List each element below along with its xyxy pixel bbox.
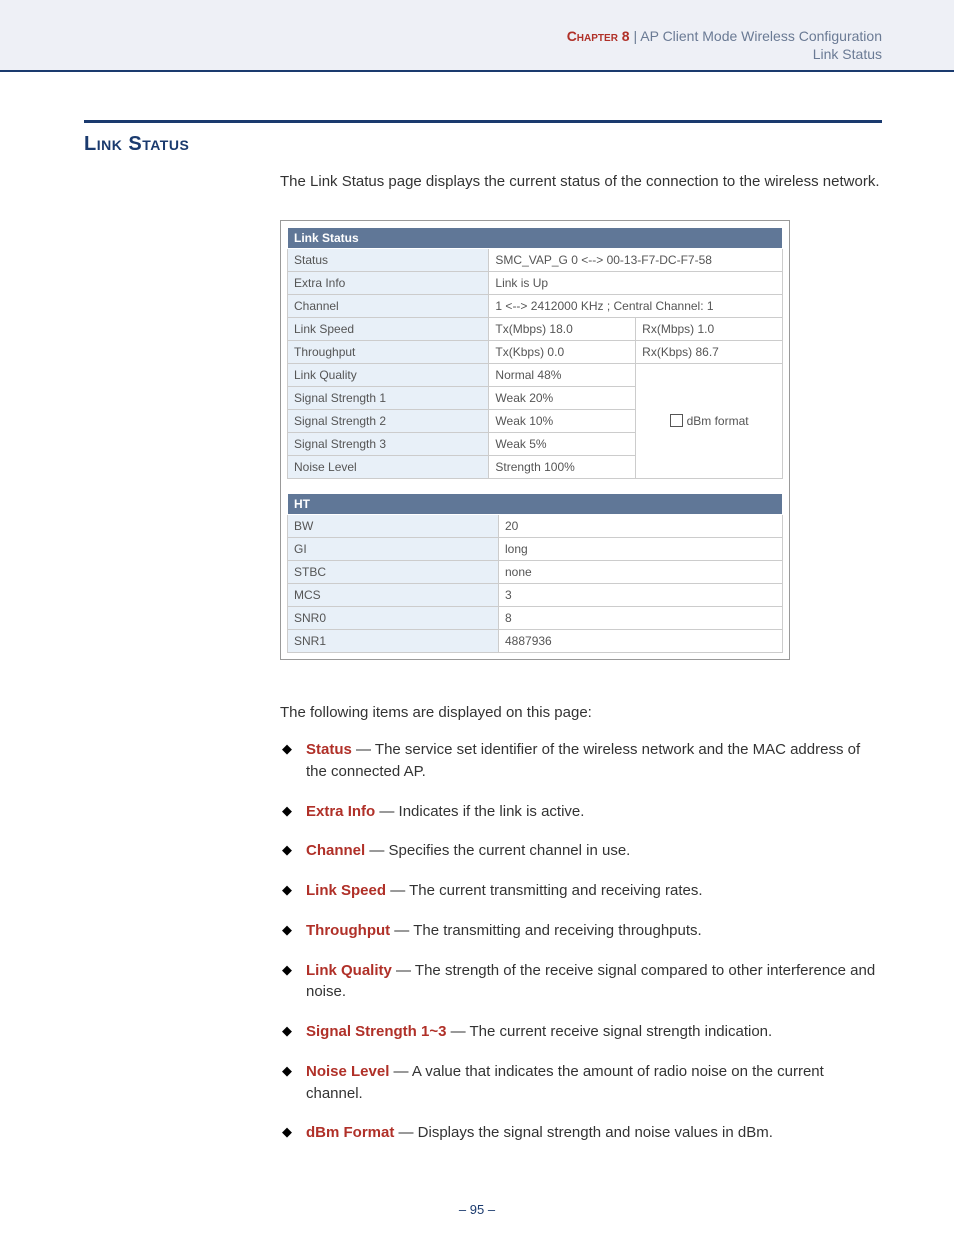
noise-label: Noise Level — [288, 456, 489, 479]
list-item: Noise Level — A value that indicates the… — [280, 1061, 882, 1105]
section-title: Link Status — [84, 133, 882, 156]
list-item: Extra Info — Indicates if the link is ac… — [280, 801, 882, 823]
chapter-sep: | — [630, 28, 641, 44]
section-rule — [84, 120, 882, 123]
item-desc: — Specifies the current channel in use. — [365, 842, 630, 859]
link-quality-value: Normal 48% — [489, 364, 636, 387]
table-row: Link Speed Tx(Mbps) 18.0 Rx(Mbps) 1.0 — [288, 318, 783, 341]
mcs-label: MCS — [288, 584, 499, 607]
table-row: Status SMC_VAP_G 0 <--> 00-13-F7-DC-F7-5… — [288, 249, 783, 272]
ss3-value: Weak 5% — [489, 433, 636, 456]
list-item: Channel — Specifies the current channel … — [280, 840, 882, 862]
ht-table: HT BW20 GIlong STBCnone MCS3 SNR08 SNR14… — [287, 493, 783, 653]
gi-label: GI — [288, 538, 499, 561]
item-desc: — The current transmitting and receiving… — [386, 882, 703, 899]
linkspeed-label: Link Speed — [288, 318, 489, 341]
stbc-label: STBC — [288, 561, 499, 584]
chapter-label: Chapter 8 — [567, 28, 630, 44]
link-status-table: Link Status Status SMC_VAP_G 0 <--> 00-1… — [287, 227, 783, 479]
list-item: dBm Format — Displays the signal strengt… — [280, 1122, 882, 1144]
table-row: Throughput Tx(Kbps) 0.0 Rx(Kbps) 86.7 — [288, 341, 783, 364]
snr0-value: 8 — [499, 607, 783, 630]
bw-value: 20 — [499, 515, 783, 538]
mcs-value: 3 — [499, 584, 783, 607]
list-item: Throughput — The transmitting and receiv… — [280, 920, 882, 942]
chapter-subtitle: Link Status — [0, 46, 882, 62]
list-item: Link Speed — The current transmitting an… — [280, 880, 882, 902]
item-desc: — Indicates if the link is active. — [375, 803, 584, 820]
channel-label: Channel — [288, 295, 489, 318]
dbm-format-cell[interactable]: dBm format — [636, 364, 783, 479]
gi-value: long — [499, 538, 783, 561]
item-term: Signal Strength 1~3 — [306, 1023, 446, 1040]
item-desc: — The current receive signal strength in… — [446, 1023, 772, 1040]
ss1-value: Weak 20% — [489, 387, 636, 410]
table-row: Link Quality Normal 48% dBm format — [288, 364, 783, 387]
snr1-label: SNR1 — [288, 630, 499, 653]
list-item: Signal Strength 1~3 — The current receiv… — [280, 1021, 882, 1043]
stbc-value: none — [499, 561, 783, 584]
intro-text: The Link Status page displays the curren… — [280, 171, 882, 192]
item-term: Channel — [306, 842, 365, 859]
ss3-label: Signal Strength 3 — [288, 433, 489, 456]
table-row: GIlong — [288, 538, 783, 561]
table-row: SNR14887936 — [288, 630, 783, 653]
item-desc: — The service set identifier of the wire… — [306, 741, 860, 780]
page-footer: – 95 – — [0, 1182, 954, 1247]
item-list: Status — The service set identifier of t… — [280, 739, 882, 1144]
table-row: Channel 1 <--> 2412000 KHz ; Central Cha… — [288, 295, 783, 318]
item-desc: — The strength of the receive signal com… — [306, 962, 875, 1001]
linkspeed-rx: Rx(Mbps) 1.0 — [636, 318, 783, 341]
ht-header: HT — [288, 494, 783, 515]
extra-info-label: Extra Info — [288, 272, 489, 295]
item-term: Link Speed — [306, 882, 386, 899]
bw-label: BW — [288, 515, 499, 538]
linkspeed-tx: Tx(Mbps) 18.0 — [489, 318, 636, 341]
ss2-label: Signal Strength 2 — [288, 410, 489, 433]
list-item: Link Quality — The strength of the recei… — [280, 960, 882, 1004]
item-term: Throughput — [306, 922, 390, 939]
dbm-label: dBm format — [687, 414, 749, 428]
table-row: MCS3 — [288, 584, 783, 607]
ss1-label: Signal Strength 1 — [288, 387, 489, 410]
status-label: Status — [288, 249, 489, 272]
item-term: Extra Info — [306, 803, 375, 820]
extra-info-value: Link is Up — [489, 272, 783, 295]
status-value: SMC_VAP_G 0 <--> 00-13-F7-DC-F7-58 — [489, 249, 783, 272]
table-row: SNR08 — [288, 607, 783, 630]
list-item: Status — The service set identifier of t… — [280, 739, 882, 783]
throughput-tx: Tx(Kbps) 0.0 — [489, 341, 636, 364]
throughput-label: Throughput — [288, 341, 489, 364]
noise-value: Strength 100% — [489, 456, 636, 479]
page-header: Chapter 8 | AP Client Mode Wireless Conf… — [0, 0, 954, 72]
item-desc: — The transmitting and receiving through… — [390, 922, 702, 939]
item-term: Noise Level — [306, 1063, 389, 1080]
snr0-label: SNR0 — [288, 607, 499, 630]
followup-text: The following items are displayed on thi… — [280, 704, 882, 721]
throughput-rx: Rx(Kbps) 86.7 — [636, 341, 783, 364]
item-term: Link Quality — [306, 962, 392, 979]
table-row: STBCnone — [288, 561, 783, 584]
table-row: Extra Info Link is Up — [288, 272, 783, 295]
item-desc: — Displays the signal strength and noise… — [394, 1124, 773, 1141]
chapter-title: AP Client Mode Wireless Configuration — [640, 28, 882, 44]
item-term: dBm Format — [306, 1124, 394, 1141]
ss2-value: Weak 10% — [489, 410, 636, 433]
snr1-value: 4887936 — [499, 630, 783, 653]
item-term: Status — [306, 741, 352, 758]
link-quality-label: Link Quality — [288, 364, 489, 387]
link-status-header: Link Status — [288, 228, 783, 249]
dbm-checkbox[interactable] — [670, 414, 683, 427]
link-status-panel: Link Status Status SMC_VAP_G 0 <--> 00-1… — [280, 220, 790, 660]
channel-value: 1 <--> 2412000 KHz ; Central Channel: 1 — [489, 295, 783, 318]
table-row: BW20 — [288, 515, 783, 538]
